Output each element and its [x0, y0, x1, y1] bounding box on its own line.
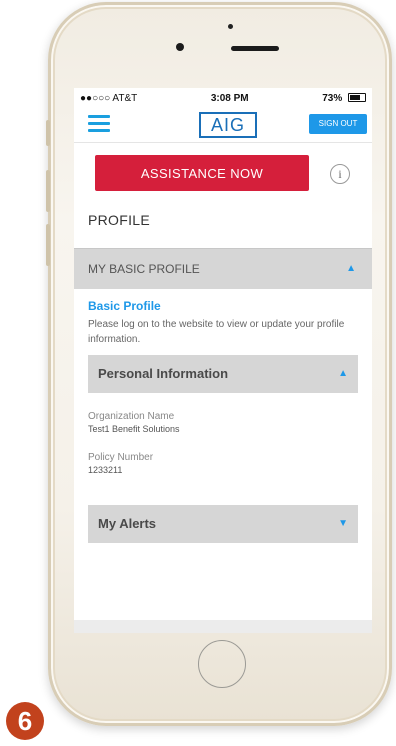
battery-percent: 73%: [322, 92, 343, 104]
step-number-badge: 6: [6, 702, 44, 740]
profile-note: Please log on to the website to view or …: [88, 319, 345, 345]
volume-down-button: [46, 224, 50, 266]
volume-up-button: [46, 170, 50, 212]
sub-header-label: Personal Information: [98, 366, 229, 381]
clock-text: 3:08 PM: [210, 92, 249, 104]
status-bar: ●●○○○ AT&T 3:08 PM 73%: [74, 88, 372, 108]
mute-switch: [46, 120, 50, 146]
earpiece-speaker: [231, 46, 279, 51]
section-header-label: MY BASIC PROFILE: [88, 262, 200, 276]
policy-number-field: Policy Number 1233211: [74, 452, 372, 475]
aig-logo: AIG: [199, 112, 257, 138]
battery-icon: [348, 93, 366, 103]
my-basic-profile-header[interactable]: MY BASIC PROFILE ▲: [74, 248, 372, 289]
chevron-up-icon: ▲: [338, 368, 348, 379]
phone-screen: ●●○○○ AT&T 3:08 PM 73% AIG SIGN OUT ASSI…: [74, 88, 372, 633]
sub-header-label: My Alerts: [98, 516, 157, 531]
battery-area: 73%: [322, 93, 366, 104]
basic-profile-link[interactable]: Basic Profile: [74, 289, 372, 313]
proximity-sensor: [228, 24, 233, 29]
screen-bottom-bar: [74, 620, 372, 633]
field-label: Organization Name: [88, 411, 175, 422]
assistance-row: ASSISTANCE NOW i: [74, 143, 372, 201]
carrier-text: ●●○○○ AT&T: [80, 92, 138, 104]
organization-field: Organization Name Test1 Benefit Solution…: [74, 411, 372, 434]
personal-information-header[interactable]: Personal Information ▲: [88, 355, 358, 393]
chevron-up-icon: ▲: [346, 263, 356, 274]
home-button[interactable]: [198, 640, 246, 688]
field-value: 1233211: [88, 465, 123, 475]
sign-out-button[interactable]: SIGN OUT: [309, 114, 367, 134]
assistance-now-button[interactable]: ASSISTANCE NOW: [95, 155, 309, 191]
hamburger-menu-icon[interactable]: [88, 115, 110, 133]
front-camera: [176, 43, 184, 51]
field-value: Test1 Benefit Solutions: [88, 424, 180, 434]
field-label: Policy Number: [88, 452, 154, 463]
chevron-down-icon: ▼: [338, 518, 348, 529]
my-alerts-header[interactable]: My Alerts ▼: [88, 505, 358, 543]
page-title: PROFILE: [88, 212, 151, 228]
info-icon[interactable]: i: [330, 164, 350, 184]
app-header: AIG SIGN OUT: [74, 108, 372, 143]
